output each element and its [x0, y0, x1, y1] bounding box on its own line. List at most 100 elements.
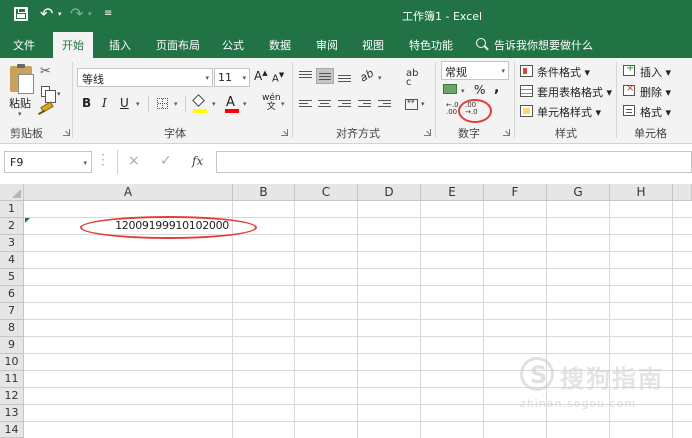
align-bottom-button[interactable] [336, 68, 354, 84]
increase-decimal-button[interactable]: .00 →.0 [465, 102, 478, 116]
row-header-7[interactable]: 7 [0, 303, 24, 320]
phonetic-dropdown-icon[interactable]: ▾ [281, 100, 285, 108]
column-header-a[interactable]: A [24, 184, 233, 201]
underline-dropdown-icon[interactable]: ▾ [136, 100, 140, 108]
tab-file[interactable]: 文件 [13, 37, 35, 53]
column-header-d[interactable]: D [358, 184, 421, 201]
decrease-indent-icon[interactable] [356, 96, 374, 112]
increase-font-size-button[interactable]: A▲ [254, 69, 268, 83]
fill-color-icon[interactable] [192, 94, 205, 107]
align-center-button[interactable] [316, 96, 334, 112]
tab-view[interactable]: 视图 [362, 37, 384, 53]
tab-special[interactable]: 特色功能 [409, 37, 453, 53]
number-launcher-icon[interactable] [503, 129, 510, 136]
increase-indent-icon[interactable] [376, 96, 394, 112]
merge-center-icon[interactable] [405, 97, 418, 110]
search-icon[interactable] [476, 38, 486, 48]
percent-style-button[interactable]: % [474, 83, 485, 97]
name-box[interactable]: F9 ▾ [4, 151, 92, 173]
redo-dropdown-icon[interactable]: ▾ [88, 10, 92, 18]
column-header-f[interactable]: F [484, 184, 547, 201]
cut-icon[interactable]: ✂ [40, 64, 51, 79]
row-header-1[interactable]: 1 [0, 201, 24, 218]
row-header-10[interactable]: 10 [0, 354, 24, 371]
merge-dropdown-icon[interactable]: ▾ [421, 100, 425, 108]
decrease-font-size-button[interactable]: A▼ [272, 71, 284, 84]
format-painter-icon[interactable] [40, 101, 54, 113]
number-format-select[interactable]: 常规 ▾ [441, 61, 509, 80]
tab-review[interactable]: 审阅 [316, 37, 338, 53]
insert-function-button[interactable]: fx [192, 154, 203, 168]
tab-insert[interactable]: 插入 [109, 37, 131, 53]
cell-styles-button[interactable]: 单元格样式 ▾ [537, 104, 601, 120]
orientation-dropdown-icon[interactable]: ▾ [378, 74, 382, 82]
column-header-c[interactable]: C [295, 184, 358, 201]
tell-me-input[interactable]: 告诉我你想要做什么 [494, 37, 593, 53]
font-name-select[interactable]: 等线 ▾ [77, 68, 213, 87]
orientation-icon[interactable]: ab [358, 66, 376, 84]
column-header-g[interactable]: G [547, 184, 610, 201]
insert-cells-button[interactable]: 插入 ▾ [640, 64, 671, 80]
copy-icon[interactable] [41, 86, 56, 103]
align-right-button[interactable] [336, 96, 354, 112]
customize-qat-icon[interactable]: ≡ [104, 8, 112, 19]
formula-bar-grip-icon[interactable]: · · · [101, 149, 105, 171]
redo-icon[interactable]: ↷ [70, 5, 83, 23]
paste-dropdown-icon[interactable]: ▾ [18, 110, 22, 118]
enter-icon[interactable]: ✓ [160, 153, 172, 169]
alignment-launcher-icon[interactable] [424, 129, 431, 136]
row-header-11[interactable]: 11 [0, 371, 24, 388]
comma-style-button[interactable]: , [494, 80, 499, 96]
conditional-formatting-icon[interactable] [520, 65, 533, 77]
paste-icon[interactable] [10, 64, 34, 94]
column-header-next[interactable] [673, 184, 692, 201]
format-cells-icon[interactable] [623, 105, 635, 116]
row-header-4[interactable]: 4 [0, 252, 24, 269]
row-header-8[interactable]: 8 [0, 320, 24, 337]
format-as-table-button[interactable]: 套用表格格式 ▾ [537, 84, 612, 100]
format-cells-button[interactable]: 格式 ▾ [640, 104, 671, 120]
cell-styles-icon[interactable] [520, 105, 533, 117]
align-top-button[interactable] [297, 68, 315, 84]
accounting-dropdown-icon[interactable]: ▾ [461, 87, 465, 95]
row-header-5[interactable]: 5 [0, 269, 24, 286]
tab-page-layout[interactable]: 页面布局 [156, 37, 200, 53]
accounting-format-icon[interactable] [443, 84, 457, 94]
wrap-text-icon[interactable]: ab c [406, 69, 418, 88]
row-header-9[interactable]: 9 [0, 337, 24, 354]
column-header-h[interactable]: H [610, 184, 673, 201]
fill-color-dropdown-icon[interactable]: ▾ [212, 100, 216, 108]
font-color-button[interactable]: A [226, 95, 235, 110]
cancel-icon[interactable]: × [128, 153, 140, 169]
italic-button[interactable]: I [102, 96, 107, 110]
row-header-13[interactable]: 13 [0, 405, 24, 422]
bold-button[interactable]: B [82, 96, 91, 110]
delete-cells-button[interactable]: 删除 ▾ [640, 84, 671, 100]
select-all-button[interactable] [0, 184, 24, 201]
font-color-dropdown-icon[interactable]: ▾ [243, 100, 247, 108]
row-header-12[interactable]: 12 [0, 388, 24, 405]
formula-input[interactable] [216, 151, 692, 173]
row-header-2[interactable]: 2 [0, 218, 24, 235]
underline-button[interactable]: U [120, 96, 129, 110]
tab-formulas[interactable]: 公式 [222, 37, 244, 53]
borders-dropdown-icon[interactable]: ▾ [174, 100, 178, 108]
font-size-select[interactable]: 11 ▾ [214, 68, 250, 87]
borders-icon[interactable] [157, 98, 168, 109]
font-launcher-icon[interactable] [281, 129, 288, 136]
format-as-table-icon[interactable] [520, 85, 533, 97]
align-left-button[interactable] [297, 96, 315, 112]
conditional-formatting-button[interactable]: 条件格式 ▾ [537, 64, 590, 80]
align-middle-button[interactable] [316, 68, 334, 84]
row-header-6[interactable]: 6 [0, 286, 24, 303]
decrease-decimal-button[interactable]: ←.0 .00 [446, 102, 459, 116]
paste-button[interactable]: 粘贴 [9, 95, 31, 111]
row-header-14[interactable]: 14 [0, 422, 24, 438]
undo-dropdown-icon[interactable]: ▾ [58, 10, 62, 18]
copy-dropdown-icon[interactable]: ▾ [57, 90, 61, 98]
clipboard-launcher-icon[interactable] [63, 129, 70, 136]
cell-a2[interactable]: 12009199910102000 [25, 218, 232, 234]
save-icon[interactable] [14, 7, 28, 21]
column-header-e[interactable]: E [421, 184, 484, 201]
tab-home[interactable]: 开始 [53, 32, 93, 58]
